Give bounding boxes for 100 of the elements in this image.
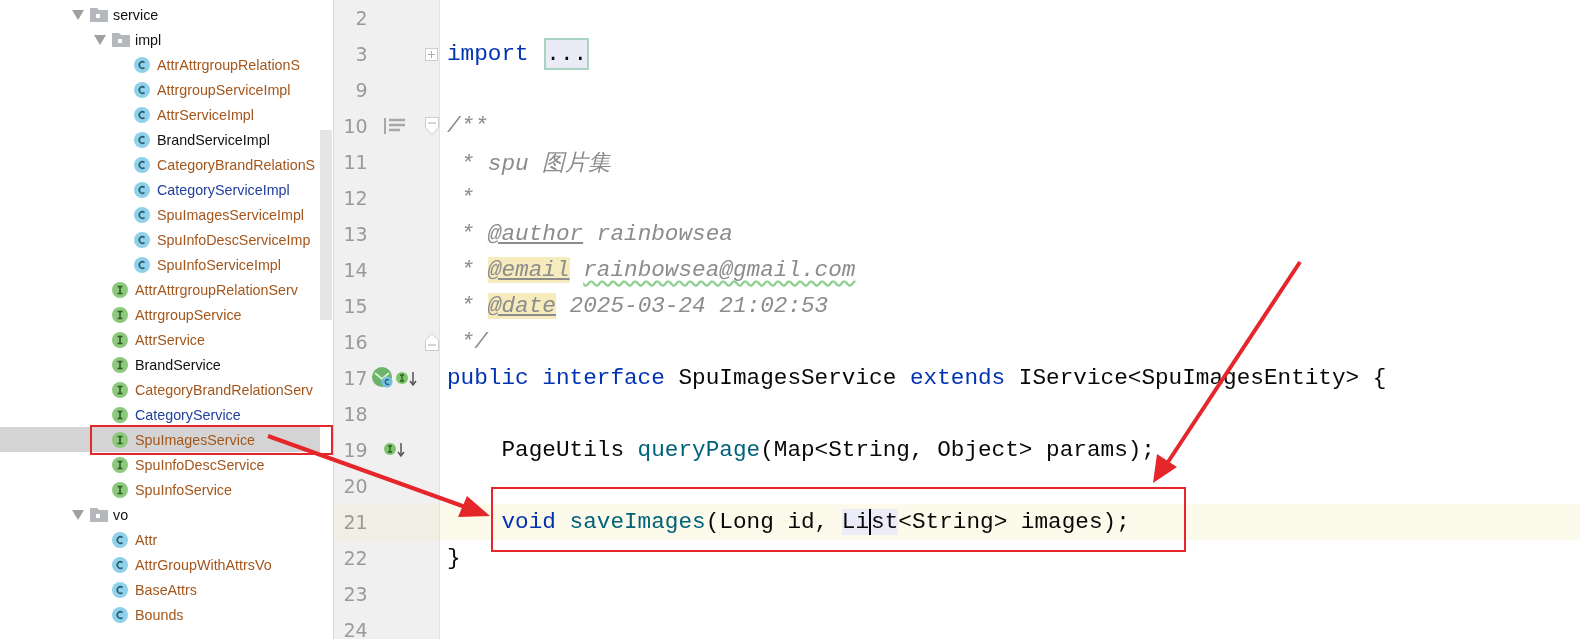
- tree-item[interactable]: CategoryServiceImpl: [0, 177, 320, 202]
- interface-icon: [112, 331, 128, 348]
- line-number: 3: [354, 43, 368, 65]
- line-number: 19: [342, 439, 368, 461]
- class-icon: [134, 181, 150, 198]
- fold-collapse-icon[interactable]: [425, 117, 439, 135]
- tree-item[interactable]: AttrAttrgroupRelationServ: [0, 277, 320, 302]
- keyword: void: [500, 509, 557, 535]
- line-number: 11: [342, 151, 368, 173]
- interface-icon: [112, 481, 128, 498]
- code-text: <String> images);: [898, 509, 1130, 535]
- comment-text: *: [459, 293, 476, 319]
- interface-icon: [112, 356, 128, 373]
- expand-arrow-icon[interactable]: [94, 34, 106, 45]
- keyword: extends: [909, 365, 1006, 391]
- interface-icon: [112, 381, 128, 398]
- line-number: 2: [354, 7, 368, 29]
- code-text: (Map<String, Object> params);: [760, 437, 1155, 463]
- line-number: 14: [342, 259, 368, 281]
- tree-item[interactable]: BaseAttrs: [0, 577, 320, 602]
- implemented-icon[interactable]: [371, 367, 420, 389]
- comment-text: *: [459, 221, 476, 247]
- expand-arrow-icon[interactable]: [72, 9, 84, 20]
- class-icon: [112, 531, 128, 548]
- code-text: SpuImagesService: [677, 365, 898, 391]
- line-number: 21: [342, 511, 368, 533]
- tree-item[interactable]: AttrService: [0, 327, 320, 352]
- folded-code[interactable]: ...: [544, 38, 590, 70]
- line-number: 9: [354, 79, 368, 101]
- class-icon: [134, 256, 150, 273]
- interface-icon: [112, 281, 128, 298]
- comment-text: *: [459, 185, 475, 211]
- tree-item[interactable]: AttrgroupService: [0, 302, 320, 327]
- line-number: 13: [342, 223, 368, 245]
- folder-icon: [112, 32, 130, 47]
- scrollbar-thumb[interactable]: [320, 130, 332, 320]
- interface-icon: [112, 306, 128, 323]
- code-text: Li: [841, 509, 872, 535]
- expand-arrow-icon[interactable]: [72, 509, 84, 520]
- interface-icon: [112, 406, 128, 423]
- class-icon: [134, 81, 150, 98]
- tree-item[interactable]: AttrgroupServiceImpl: [0, 77, 320, 102]
- tree-item[interactable]: SpuInfoService: [0, 477, 320, 502]
- tree-item[interactable]: CategoryBrandRelationServ: [0, 377, 320, 402]
- class-icon: [134, 206, 150, 223]
- tree-item[interactable]: BrandServiceImpl: [0, 127, 320, 152]
- line-number: 22: [342, 547, 368, 569]
- class-icon: [134, 131, 150, 148]
- tree-item[interactable]: vo: [0, 502, 320, 527]
- doc-tag: @author: [487, 221, 584, 247]
- folder-icon: [90, 507, 108, 522]
- email-text: rainbowsea@gmail.com: [583, 257, 856, 283]
- method-name: saveImages: [569, 509, 706, 535]
- tree-item[interactable]: AttrAttrgroupRelationS: [0, 52, 320, 77]
- tree-item[interactable]: CategoryService: [0, 402, 320, 427]
- interface-icon: [112, 456, 128, 473]
- doc-tag: @email: [487, 257, 570, 283]
- line-number: 15: [342, 295, 368, 317]
- tree-item[interactable]: SpuImagesServiceImpl: [0, 202, 320, 227]
- comment-text: /**: [447, 113, 488, 139]
- class-icon: [112, 556, 128, 573]
- class-icon: [134, 231, 150, 248]
- doc-tag: @date: [487, 293, 556, 319]
- interface-icon: [112, 431, 128, 448]
- fold-end-icon[interactable]: [425, 333, 439, 351]
- line-number: 16: [342, 331, 368, 353]
- tree-item[interactable]: SpuInfoServiceImpl: [0, 252, 320, 277]
- comment-text: *: [459, 257, 476, 283]
- tree-item[interactable]: impl: [0, 27, 320, 52]
- tree-item[interactable]: Bounds: [0, 602, 320, 627]
- comment-text: 2025-03-24 21:02:53: [568, 293, 829, 319]
- line-number: 12: [342, 187, 368, 209]
- rendered-doc-icon[interactable]: [384, 117, 407, 135]
- line-number: 10: [342, 115, 368, 137]
- tree-item[interactable]: SpuImagesService: [0, 427, 320, 452]
- tree-item[interactable]: SpuInfoDescServiceImp: [0, 227, 320, 252]
- class-icon: [134, 156, 150, 173]
- keyword: import: [447, 41, 530, 67]
- comment-text: */: [459, 329, 488, 355]
- comment-text: * spu 图片集: [459, 149, 612, 178]
- class-icon: [134, 56, 150, 73]
- comment-text: rainbowsea: [595, 221, 733, 247]
- tree-item[interactable]: BrandService: [0, 352, 320, 377]
- fold-expand-icon[interactable]: [425, 47, 439, 61]
- implemented-icon[interactable]: [383, 441, 408, 459]
- class-icon: [134, 106, 150, 123]
- keyword: public interface: [447, 365, 665, 391]
- class-icon: [112, 581, 128, 598]
- tree-item[interactable]: CategoryBrandRelationS: [0, 152, 320, 177]
- line-number: 20: [342, 475, 368, 497]
- tree-item[interactable]: service: [0, 2, 320, 27]
- code-text: (Long id,: [705, 509, 830, 535]
- code-text: }: [447, 545, 461, 571]
- line-number: 24: [342, 619, 368, 639]
- tree-item[interactable]: Attr: [0, 527, 320, 552]
- tree-item[interactable]: AttrServiceImpl: [0, 102, 320, 127]
- class-icon: [112, 606, 128, 623]
- code-text: PageUtils: [500, 437, 625, 463]
- tree-item[interactable]: AttrGroupWithAttrsVo: [0, 552, 320, 577]
- tree-item[interactable]: SpuInfoDescService: [0, 452, 320, 477]
